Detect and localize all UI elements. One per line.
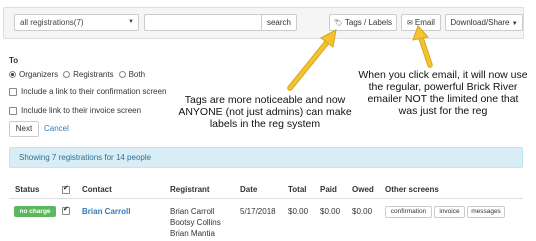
email-annotation: When you click email, it will now use th… xyxy=(358,69,528,117)
tags-annotation: Tags are more noticeable and now ANYONE … xyxy=(178,94,352,130)
invoice-link-option: Include link to their invoice screen xyxy=(9,106,141,115)
header-total: Total xyxy=(288,185,307,194)
header-date: Date xyxy=(240,185,258,194)
radio-registrants-label: Registrants xyxy=(73,70,114,79)
tags-labels-label: Tags / Labels xyxy=(344,18,393,27)
download-share-button[interactable]: Download/Share ▼ xyxy=(445,14,523,31)
radio-organizers[interactable] xyxy=(9,71,16,78)
select-all-checkbox[interactable] xyxy=(62,184,70,194)
to-label: To xyxy=(9,56,19,65)
header-status: Status xyxy=(15,185,40,194)
contact-link[interactable]: Brian Carroll xyxy=(82,207,130,216)
next-button-label: Next xyxy=(15,124,33,133)
messages-button[interactable]: messages xyxy=(467,206,505,218)
search-button[interactable]: search xyxy=(261,14,297,31)
toolbar: all registrations(7) ▼ search 🏷 Tags / La… xyxy=(3,7,524,39)
tag-icon: 🏷 xyxy=(333,20,343,27)
registration-filter-select[interactable]: all registrations(7) ▼ xyxy=(14,14,139,31)
confirmation-button[interactable]: confirmation xyxy=(385,206,432,218)
header-contact: Contact xyxy=(82,185,112,194)
results-info-alert: Showing 7 registrations for 14 people xyxy=(9,147,523,168)
tags-labels-button[interactable]: 🏷 Tags / Labels xyxy=(329,14,397,31)
radio-both[interactable] xyxy=(118,71,126,78)
confirmation-link-option: Include a link to their confirmation scr… xyxy=(9,87,166,96)
radio-both-label: Both xyxy=(128,70,146,79)
radio-organizers-label: Organizers xyxy=(19,70,59,79)
registration-filter-value: all registrations(7) xyxy=(20,18,84,27)
invoice-link-label: Include link to their invoice screen xyxy=(21,106,142,115)
cancel-link[interactable]: Cancel xyxy=(44,124,69,133)
header-paid: Paid xyxy=(320,185,337,194)
download-share-label: Download/Share xyxy=(450,18,510,27)
confirmation-link-checkbox[interactable] xyxy=(9,87,17,96)
table-header-divider xyxy=(9,198,523,199)
owed-cell: $0.00 xyxy=(352,207,373,216)
contact-cell: Brian Carroll xyxy=(82,206,130,217)
header-registrant: Registrant xyxy=(170,185,210,194)
paid-cell: $0.00 xyxy=(320,207,341,216)
search-button-label: search xyxy=(266,18,291,27)
radio-registrants[interactable] xyxy=(63,71,71,78)
chevron-down-icon: ▼ xyxy=(128,19,134,25)
envelope-icon: ✉ xyxy=(407,20,413,27)
registrant-cell: Brian Carroll Bootsy Collins Brian Manti… xyxy=(170,206,221,239)
registrant-name: Bootsy Collins xyxy=(170,218,221,227)
next-button[interactable]: Next xyxy=(9,121,39,137)
caret-down-icon: ▼ xyxy=(511,21,518,27)
invoice-link-checkbox[interactable] xyxy=(9,106,17,115)
recipient-radio-group: Organizers Registrants Both xyxy=(9,70,150,79)
date-cell: 5/17/2018 xyxy=(240,207,276,216)
email-label: Email xyxy=(414,18,435,27)
total-cell: $0.00 xyxy=(288,207,309,216)
header-other-screens: Other screens xyxy=(385,185,439,194)
registrant-name: Brian Mantia xyxy=(170,229,215,238)
header-owed: Owed xyxy=(352,185,374,194)
search-input[interactable] xyxy=(144,14,262,31)
confirmation-link-label: Include a link to their confirmation scr… xyxy=(21,87,167,96)
email-button[interactable]: ✉ Email xyxy=(401,14,441,31)
invoice-button[interactable]: invoice xyxy=(434,206,465,218)
row-select-checkbox[interactable] xyxy=(62,205,70,215)
status-badge: no charge xyxy=(14,206,56,217)
registrant-name: Brian Carroll xyxy=(170,207,215,216)
